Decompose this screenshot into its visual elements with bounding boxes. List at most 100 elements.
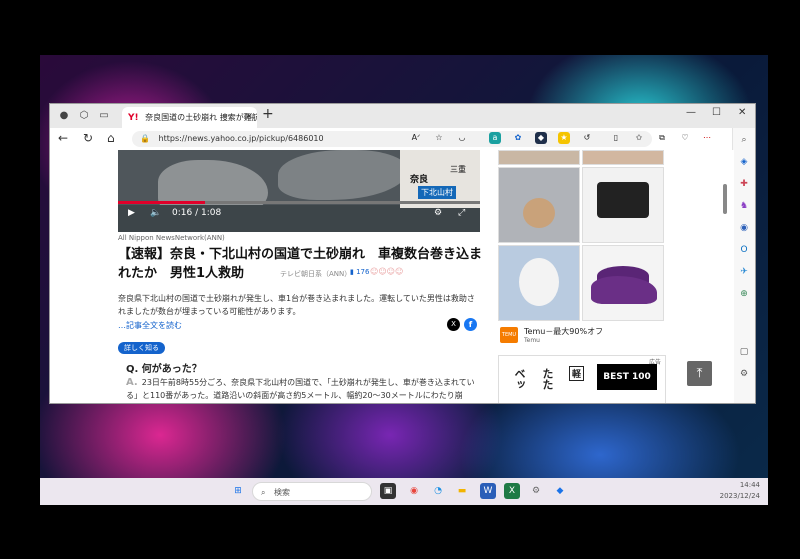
reaction-icons[interactable]: ☺☺☺☺ xyxy=(370,267,403,276)
sidebar-toggle-icon[interactable]: ▢ xyxy=(738,346,750,358)
settings-icon[interactable]: ⚙ xyxy=(528,483,544,499)
answer-text: A. 23日午前8時55分ごろ、奈良県下北山村の国道で、「土砂崩れが発生し、車が巻… xyxy=(126,376,482,402)
ad-product-image[interactable] xyxy=(582,167,664,243)
address-bar[interactable]: 🔒 https://news.yahoo.co.jp/pickup/648601… xyxy=(132,131,652,147)
ad-product-image[interactable] xyxy=(498,150,580,165)
tab-actions-icon[interactable]: ▭ xyxy=(96,108,112,124)
temu-ad[interactable]: TEMU Temu－最大90%オフ Temu xyxy=(498,150,666,346)
microsoft365-icon[interactable]: ◉ xyxy=(738,222,750,234)
map-label-village: 下北山村 xyxy=(418,186,456,199)
back-to-top-button[interactable]: ⤒ xyxy=(687,361,712,386)
settings-gear-icon[interactable]: ⚙ xyxy=(738,368,750,380)
close-tab-icon[interactable]: ✕ xyxy=(245,107,253,128)
excel-icon[interactable]: X xyxy=(504,483,520,499)
edge-icon[interactable]: ◔ xyxy=(430,483,446,499)
read-more-link[interactable]: …記事全文を読む xyxy=(118,320,182,331)
article-publisher[interactable]: テレビ朝日系（ANN） xyxy=(280,269,351,279)
close-window-button[interactable]: ✕ xyxy=(738,107,746,118)
lock-icon: 🔒 xyxy=(140,134,150,143)
smoker-grill-image xyxy=(597,182,649,218)
fullscreen-icon[interactable]: ⤢ xyxy=(458,208,465,218)
games-icon[interactable]: ♞ xyxy=(738,200,750,212)
tab-active[interactable]: Y! 奈良国道の土砂崩れ 捜索が難航 ✕ xyxy=(122,107,257,128)
taskbar-search-placeholder: 検索 xyxy=(274,488,291,497)
map-label-mie: 三重 xyxy=(450,165,466,174)
read-aloud-icon[interactable]: Aᐟ xyxy=(410,132,422,144)
pocket-icon[interactable]: ◡ xyxy=(456,132,468,144)
pinned-app-icon[interactable]: ◆ xyxy=(552,483,568,499)
edge-sidebar: ⌕ ◈ ✚ ♞ ◉ O ✈ ⊕ ▢ ⚙ xyxy=(732,128,755,403)
temu-ad-caption[interactable]: TEMU Temu－最大90%オフ Temu xyxy=(498,324,666,346)
video-progress-bar[interactable] xyxy=(118,201,480,204)
favorite-star-icon[interactable]: ☆ xyxy=(433,132,445,144)
temu-ad-title: Temu－最大90%オフ xyxy=(524,327,604,336)
minimize-button[interactable]: — xyxy=(686,107,696,118)
profile-icon[interactable]: ● xyxy=(56,108,72,124)
favorites-icon[interactable]: ✩ xyxy=(633,132,645,144)
file-explorer-icon[interactable]: ▬ xyxy=(454,483,470,499)
question-heading: Q. 何があった？ xyxy=(126,364,202,375)
address-toolbar: ← ↻ ⌂ 🔒 https://news.yahoo.co.jp/pickup/… xyxy=(50,128,755,151)
video-frame-land xyxy=(278,150,408,200)
video-map-inset: 奈良 三重 下北山村 xyxy=(400,150,480,208)
page-scrollbar[interactable] xyxy=(723,184,727,214)
extension-gear-icon[interactable]: ✿ xyxy=(512,132,524,144)
clock-time: 14:44 xyxy=(739,481,760,489)
task-view-icon[interactable]: ▣ xyxy=(380,483,396,499)
refresh-button[interactable]: ↻ xyxy=(83,131,93,145)
video-player[interactable]: 奈良 三重 下北山村 ▶ 🔈 0:16 / 1:08 ⚙ ⤢ xyxy=(118,150,480,232)
word-icon[interactable]: W xyxy=(480,483,496,499)
ad-product-image[interactable] xyxy=(582,245,664,321)
taskbar: ⊞ ⌕ 検索 ▣ ◉ ◔ ▬ W X ⚙ ◆ 14:44 2023/12/24 xyxy=(40,478,768,505)
article-summary: 奈良県下北山村の国道で土砂崩れが発生し、車1台が巻き込まれました。運転していた男… xyxy=(118,294,475,316)
shopping-tag-icon[interactable]: ◈ xyxy=(738,156,750,168)
ad-product-image[interactable] xyxy=(498,167,580,243)
split-screen-icon[interactable]: ▯ xyxy=(610,132,622,144)
home-button[interactable]: ⌂ xyxy=(107,131,115,145)
collections-icon[interactable]: ⧉ xyxy=(656,132,668,144)
extension-star-icon[interactable]: ★ xyxy=(558,132,570,144)
map-label-nara: 奈良 xyxy=(410,175,429,185)
bed-ad[interactable]: 広告 ベッ たた 軽 BEST 100 xyxy=(498,355,666,403)
url-text: https://news.yahoo.co.jp/pickup/6486010 xyxy=(158,134,324,143)
share-x-icon[interactable]: X xyxy=(447,318,460,331)
new-tab-button[interactable]: + xyxy=(262,106,274,122)
temu-logo: TEMU xyxy=(500,327,518,343)
ad-product-image[interactable] xyxy=(582,150,664,165)
drop-icon[interactable]: ✈ xyxy=(738,266,750,278)
search-icon: ⌕ xyxy=(261,488,266,497)
share-facebook-icon[interactable]: f xyxy=(464,318,477,331)
video-settings-icon[interactable]: ⚙ xyxy=(434,208,442,218)
clock-date: 2023/12/24 xyxy=(719,492,760,500)
comment-count[interactable]: ▮ 176 xyxy=(350,268,369,276)
extension-sidebar-icon[interactable]: ⊕ xyxy=(738,288,750,300)
ad-product-image[interactable] xyxy=(498,245,580,321)
search-icon[interactable]: ⌕ xyxy=(738,134,750,146)
browser-window: ● ⬡ ▭ Y! 奈良国道の土砂崩れ 捜索が難航 ✕ + — ☐ ✕ ← ↻ ⌂… xyxy=(49,103,756,404)
tools-icon[interactable]: ✚ xyxy=(738,178,750,190)
back-button[interactable]: ← xyxy=(58,131,68,145)
yahoo-favicon-icon: Y! xyxy=(128,113,139,123)
outlook-icon[interactable]: O xyxy=(738,244,750,256)
answer-body: 23日午前8時55分ごろ、奈良県下北山村の国道で、「土砂崩れが発生し、車が巻き込… xyxy=(126,378,475,400)
volume-icon[interactable]: 🔈 xyxy=(150,208,161,218)
ad-text-col2: たた xyxy=(541,368,554,390)
extension-shield-icon[interactable]: ◆ xyxy=(535,132,547,144)
detail-pill-button[interactable]: 詳しく知る xyxy=(118,342,165,354)
browser-essentials-icon[interactable]: ♡ xyxy=(679,132,691,144)
cat-sweater-image xyxy=(523,198,555,228)
windows-start-icon[interactable]: ⊞ xyxy=(230,483,246,499)
tab-title: 奈良国道の土砂崩れ 捜索が難航 xyxy=(145,113,257,122)
taskbar-search[interactable]: ⌕ 検索 xyxy=(252,482,372,501)
maximize-button[interactable]: ☐ xyxy=(712,107,721,118)
best100-badge: BEST 100 xyxy=(597,364,657,390)
dog-image xyxy=(519,258,559,306)
workspaces-icon[interactable]: ⬡ xyxy=(76,108,92,124)
taskbar-clock[interactable]: 14:44 2023/12/24 xyxy=(720,480,760,502)
extension-refresh-icon[interactable]: ↺ xyxy=(581,132,593,144)
title-bar: ● ⬡ ▭ Y! 奈良国道の土砂崩れ 捜索が難航 ✕ + — ☐ ✕ xyxy=(50,104,755,128)
chrome-icon[interactable]: ◉ xyxy=(406,483,422,499)
extension-a-icon[interactable]: a xyxy=(489,132,501,144)
more-menu-icon[interactable]: ⋯ xyxy=(701,132,713,144)
play-icon[interactable]: ▶ xyxy=(128,208,135,218)
